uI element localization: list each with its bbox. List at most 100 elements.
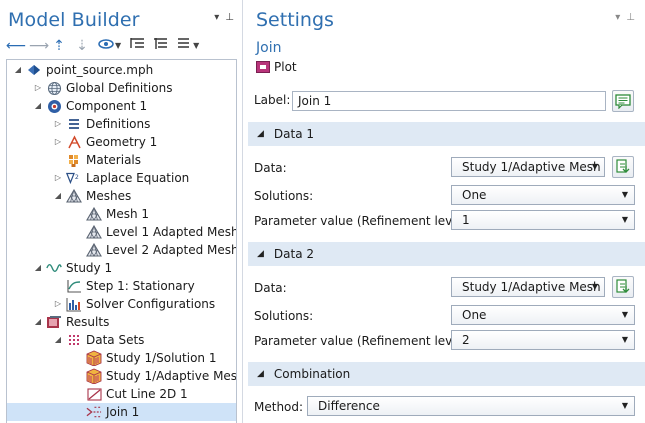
- tree-node[interactable]: ▷ Geometry 1: [53, 133, 157, 151]
- tree-node-label: Definitions: [86, 117, 151, 131]
- plot-button[interactable]: Plot: [256, 60, 297, 74]
- tree-node[interactable]: Study 1/Adaptive Mesh: [73, 367, 237, 385]
- move-down-icon[interactable]: ⇣: [75, 38, 89, 54]
- tree-node[interactable]: Cut Line 2D 1: [73, 385, 188, 403]
- data1-header-label: Data 1: [273, 127, 315, 141]
- collapse-all-icon[interactable]: [130, 37, 145, 54]
- tree-node[interactable]: ▷ Global Definitions: [33, 79, 173, 97]
- tree-node[interactable]: Step 1: Stationary: [53, 277, 195, 295]
- tree-node-label: Global Definitions: [66, 81, 173, 95]
- expanded-triangle-icon[interactable]: ◢: [33, 97, 43, 115]
- model-builder-panel: Model Builder ▾ ⊥ ⟵ ⟶ ⇡ ⇣ ▼ ▼ ◢ point_sou…: [0, 0, 243, 423]
- data2-section-header[interactable]: ◢ Data 2: [248, 242, 645, 266]
- show-icon[interactable]: [98, 38, 114, 54]
- component-icon: [46, 98, 62, 114]
- geometry-icon: [66, 134, 82, 150]
- data1-data-value: Study 1/Adaptive Mesh: [462, 160, 601, 174]
- mesh-icon: [66, 188, 82, 204]
- tree-node[interactable]: Materials: [53, 151, 141, 169]
- data1-solutions-select[interactable]: One ▼: [451, 185, 635, 205]
- model-tree: ◢ point_source.mph ▷ Global Definitions ◢ Com…: [6, 59, 237, 423]
- data1-solutions-caption: Solutions:: [254, 189, 314, 203]
- tree-node-label: Mesh 1: [106, 207, 150, 221]
- tree-node[interactable]: ◢ Study 1: [33, 259, 112, 277]
- collapsed-triangle-icon[interactable]: ▷: [53, 169, 63, 187]
- tree-node-label: Level 2 Adapted Mesh 2: [106, 243, 237, 257]
- settings-menu-icon[interactable]: ▾: [615, 12, 620, 23]
- laplace-icon: 2: [66, 170, 82, 186]
- method-select[interactable]: Difference ▼: [307, 396, 635, 416]
- solution-icon: [86, 350, 102, 366]
- move-up-icon[interactable]: ⇡: [52, 38, 66, 54]
- data1-param-caption: Parameter value (Refinement level):: [254, 214, 472, 228]
- back-arrow-icon[interactable]: ⟵: [6, 38, 26, 54]
- comment-button[interactable]: [612, 90, 634, 112]
- collapse-triangle-icon: ◢: [257, 129, 264, 139]
- data1-param-select[interactable]: 1 ▼: [451, 210, 635, 230]
- expanded-triangle-icon[interactable]: ◢: [33, 259, 43, 277]
- tree-node-label: Study 1/Adaptive Mesh: [106, 369, 237, 383]
- tree-options-dropdown-icon[interactable]: ▼: [193, 41, 199, 50]
- collapsed-triangle-icon[interactable]: ▷: [53, 295, 63, 313]
- tree-node[interactable]: ◢ Data Sets: [53, 331, 145, 349]
- tree-node[interactable]: ◢ Component 1: [33, 97, 147, 115]
- tree-node[interactable]: ▷ 2 Laplace Equation: [53, 169, 189, 187]
- data2-goto-source-button[interactable]: [612, 276, 634, 298]
- tree-node-label: Cut Line 2D 1: [106, 387, 188, 401]
- tree-node[interactable]: Mesh 1: [73, 205, 149, 223]
- collapsed-triangle-icon[interactable]: ▷: [53, 115, 63, 133]
- goto-source-icon: [616, 159, 630, 173]
- datasets-icon: [66, 332, 82, 348]
- collapsed-triangle-icon[interactable]: ▷: [53, 133, 63, 151]
- data1-section-header[interactable]: ◢ Data 1: [248, 122, 645, 146]
- data2-solutions-select[interactable]: One ▼: [451, 305, 635, 325]
- tree-node[interactable]: ▷ Solver Configurations: [53, 295, 215, 313]
- data2-solutions-row: Solutions:: [254, 309, 313, 323]
- data2-header-label: Data 2: [273, 247, 315, 261]
- materials-icon: [66, 152, 82, 168]
- label-input[interactable]: Join 1: [292, 91, 606, 111]
- expanded-triangle-icon[interactable]: ◢: [53, 187, 63, 205]
- combination-section-header[interactable]: ◢ Combination: [248, 362, 645, 386]
- label-row: Label:: [254, 93, 290, 107]
- show-dropdown-icon[interactable]: ▼: [115, 41, 121, 50]
- data2-solutions-caption: Solutions:: [254, 309, 314, 323]
- data2-param-caption: Parameter value (Refinement level):: [254, 334, 472, 348]
- chevron-down-icon: ▼: [621, 335, 628, 344]
- tree-node-label: Level 1 Adapted Mesh 1: [106, 225, 237, 239]
- model-builder-title: Model Builder: [8, 9, 140, 31]
- collapsed-triangle-icon[interactable]: ▷: [33, 79, 43, 97]
- tree-node[interactable]: ◢ Meshes: [53, 187, 131, 205]
- data2-param-select[interactable]: 2 ▼: [451, 330, 635, 350]
- label-caption: Label:: [254, 93, 291, 107]
- panel-menu-icon[interactable]: ▾: [214, 12, 219, 23]
- expanded-triangle-icon[interactable]: ◢: [33, 313, 43, 331]
- settings-subtitle: Join: [256, 40, 282, 56]
- chevron-down-icon: ▼: [621, 215, 628, 224]
- forward-arrow-icon[interactable]: ⟶: [29, 38, 49, 54]
- tree-node[interactable]: Study 1/Solution 1: [73, 349, 216, 367]
- expanded-triangle-icon[interactable]: ◢: [53, 331, 63, 349]
- expand-all-icon[interactable]: [153, 37, 168, 54]
- tree-node[interactable]: ▷ Definitions: [53, 115, 150, 133]
- data2-data-select[interactable]: Study 1/Adaptive Mesh ▼: [451, 277, 605, 297]
- tree-node-label: Study 1: [66, 261, 113, 275]
- tree-options-icon[interactable]: [176, 37, 190, 54]
- data2-param-row: Parameter value (Refinement level):: [254, 334, 472, 348]
- tree-node-label: Materials: [86, 153, 142, 167]
- tree-node-label: Data Sets: [86, 333, 145, 347]
- tree-node[interactable]: Level 1 Adapted Mesh 1: [73, 223, 237, 241]
- tree-node[interactable]: Level 2 Adapted Mesh 2: [73, 241, 237, 259]
- data1-data-row: Data:: [254, 161, 287, 175]
- tree-node[interactable]: ◢ Results: [33, 313, 109, 331]
- results-icon: [46, 314, 62, 330]
- settings-pin-icon[interactable]: ⊥: [626, 12, 635, 23]
- pin-icon[interactable]: ⊥: [225, 12, 234, 23]
- mesh-icon: [86, 224, 102, 240]
- data1-goto-source-button[interactable]: [612, 156, 634, 178]
- data1-data-select[interactable]: Study 1/Adaptive Mesh ▼: [451, 157, 605, 177]
- globe-icon: [46, 80, 62, 96]
- expanded-triangle-icon[interactable]: ◢: [13, 61, 23, 79]
- tree-node[interactable]: Join 1: [7, 403, 236, 421]
- tree-node[interactable]: ◢ point_source.mph: [13, 61, 153, 79]
